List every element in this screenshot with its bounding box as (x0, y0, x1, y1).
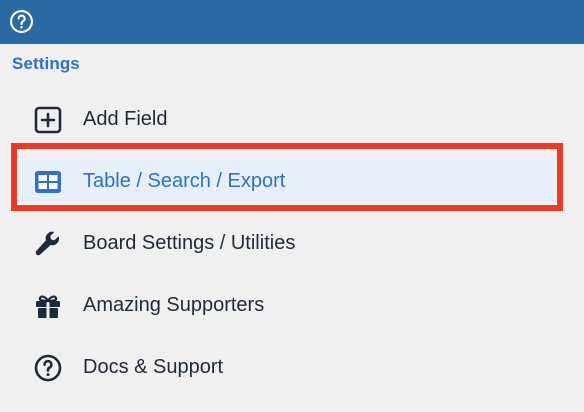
menu-item-add-field[interactable]: Add Field (0, 92, 584, 148)
menu-item-label: Docs & Support (83, 356, 224, 378)
menu-item-board-settings[interactable]: Board Settings / Utilities (0, 216, 584, 272)
menu-item-amazing-supporters[interactable]: Amazing Supporters (0, 278, 584, 334)
menu-item-label: Amazing Supporters (83, 294, 265, 316)
menu-item-docs-support[interactable]: Docs & Support (0, 340, 584, 396)
plus-square-icon (34, 106, 62, 134)
menu-item-label: Add Field (83, 108, 168, 130)
menu-item-table-search-export[interactable]: Table / Search / Export (0, 154, 584, 211)
top-bar (0, 0, 584, 44)
section-title: Settings (12, 54, 80, 73)
help-circle-icon (34, 354, 62, 382)
wrench-icon (35, 231, 59, 256)
menu-item-label: Table / Search / Export (83, 170, 286, 192)
menu-item-label: Board Settings / Utilities (83, 232, 296, 254)
table-icon (35, 171, 61, 193)
gift-icon (36, 295, 60, 318)
help-icon[interactable] (9, 9, 34, 34)
